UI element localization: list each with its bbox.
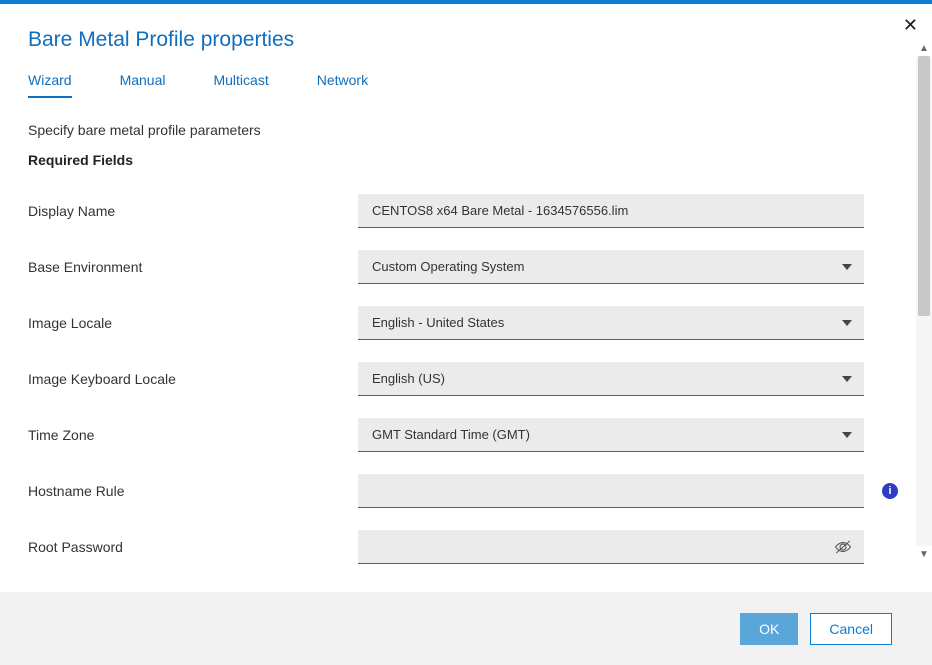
ok-button[interactable]: OK	[740, 613, 798, 645]
scroll-up-icon[interactable]: ▲	[916, 40, 932, 56]
cancel-button[interactable]: Cancel	[810, 613, 892, 645]
control-wrap-root-password	[358, 530, 864, 564]
control-wrap-display-name	[358, 194, 864, 228]
select-base-environment[interactable]	[358, 250, 864, 284]
label-root-password: Root Password	[28, 539, 358, 555]
tab-multicast[interactable]: Multicast	[213, 72, 268, 98]
dialog-footer: OK Cancel	[0, 592, 932, 665]
row-time-zone: Time Zone	[28, 418, 904, 452]
input-display-name[interactable]	[358, 194, 864, 228]
tab-wizard[interactable]: Wizard	[28, 72, 72, 98]
tab-network[interactable]: Network	[317, 72, 368, 98]
row-display-name: Display Name	[28, 194, 904, 228]
tab-bar: Wizard Manual Multicast Network	[28, 72, 904, 98]
scroll-down-icon[interactable]: ▼	[916, 546, 932, 562]
control-wrap-image-locale	[358, 306, 864, 340]
dialog-title: Bare Metal Profile properties	[28, 28, 904, 52]
control-wrap-hostname-rule: i	[358, 474, 864, 508]
info-icon[interactable]: i	[882, 483, 898, 499]
scrollbar[interactable]: ▲ ▼	[916, 56, 932, 546]
label-time-zone: Time Zone	[28, 427, 358, 443]
label-base-environment: Base Environment	[28, 259, 358, 275]
scrollbar-thumb[interactable]	[918, 56, 930, 316]
label-hostname-rule: Hostname Rule	[28, 483, 358, 499]
dialog-body: Bare Metal Profile properties Wizard Man…	[0, 4, 932, 592]
row-hostname-rule: Hostname Rule i	[28, 474, 904, 508]
instruction-text: Specify bare metal profile parameters	[28, 122, 904, 138]
label-display-name: Display Name	[28, 203, 358, 219]
control-wrap-base-environment	[358, 250, 864, 284]
input-root-password[interactable]	[358, 530, 864, 564]
row-base-environment: Base Environment	[28, 250, 904, 284]
input-hostname-rule[interactable]	[358, 474, 864, 508]
row-root-password: Root Password	[28, 530, 904, 564]
select-image-keyboard-locale[interactable]	[358, 362, 864, 396]
label-image-keyboard-locale: Image Keyboard Locale	[28, 371, 358, 387]
tab-manual[interactable]: Manual	[120, 72, 166, 98]
control-wrap-time-zone	[358, 418, 864, 452]
select-time-zone[interactable]	[358, 418, 864, 452]
control-wrap-image-keyboard-locale	[358, 362, 864, 396]
select-image-locale[interactable]	[358, 306, 864, 340]
section-header: Required Fields	[28, 152, 904, 168]
row-image-locale: Image Locale	[28, 306, 904, 340]
label-image-locale: Image Locale	[28, 315, 358, 331]
row-image-keyboard-locale: Image Keyboard Locale	[28, 362, 904, 396]
